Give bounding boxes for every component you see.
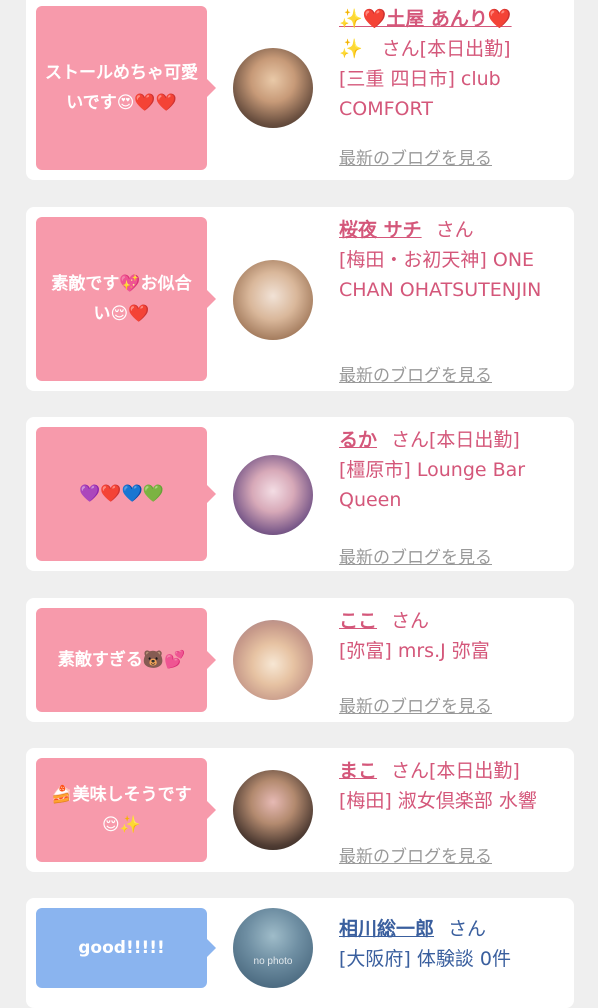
user-name-link[interactable]: 相川総一郎 [339, 918, 434, 940]
comment-card: 素敵すぎる🐻💕 ここ さん [弥富] mrs.J 弥富 最新のブログを見る [26, 598, 574, 722]
avatar[interactable] [233, 620, 313, 700]
latest-blog-link[interactable]: 最新のブログを見る [339, 692, 492, 722]
avatar[interactable] [233, 260, 313, 340]
san-label: さん[本日出勤] [391, 429, 520, 451]
avatar[interactable]: no photo [233, 908, 313, 988]
shop-name: [橿原市] Lounge Bar Queen [339, 459, 526, 511]
avatar[interactable] [233, 770, 313, 850]
user-name-link[interactable]: まこ [339, 760, 377, 782]
avatar[interactable] [233, 455, 313, 535]
user-info: 桜夜 サチ さん [梅田・お初天神] ONE CHAN OHATSUTENJIN … [339, 215, 564, 386]
user-info: ここ さん [弥富] mrs.J 弥富 最新のブログを見る [339, 606, 564, 717]
san-label: さん [448, 918, 487, 940]
latest-blog-link[interactable]: 最新のブログを見る [339, 361, 492, 391]
san-label: さん[本日出勤] [391, 760, 520, 782]
shop-name: [梅田・お初天神] ONE CHAN OHATSUTENJIN [339, 249, 542, 301]
no-photo-label: no photo [253, 956, 293, 967]
san-label: さん [391, 610, 430, 632]
comment-card: 素敵です💖お似合い😌❤️ 桜夜 サチ さん [梅田・お初天神] ONE CHAN … [26, 207, 574, 391]
comment-bubble: 素敵すぎる🐻💕 [36, 608, 216, 712]
shop-name: [三重 四日市] club COMFORT [339, 68, 501, 120]
comment-bubble: ストールめちゃ可愛いです😍❤️❤️ [36, 6, 216, 170]
comment-bubble: good!!!!! [36, 908, 216, 988]
user-info: ✨❤️土屋 あんり❤️ ✨ さん[本日出勤] [三重 四日市] club COM… [339, 4, 564, 169]
avatar[interactable] [233, 48, 313, 128]
san-label: さん [435, 219, 474, 241]
shop-name: [弥富] mrs.J 弥富 [339, 640, 490, 662]
san-label: ✨ さん[本日出勤] [339, 38, 511, 60]
user-info: るか さん[本日出勤] [橿原市] Lounge Bar Queen 最新のブログ… [339, 425, 564, 568]
latest-blog-link[interactable]: 最新のブログを見る [339, 543, 492, 573]
comment-card: 🍰美味しそうです😌✨ まこ さん[本日出勤] [梅田] 淑女倶楽部 水響 最新のブ… [26, 748, 574, 872]
user-info: まこ さん[本日出勤] [梅田] 淑女倶楽部 水響 最新のブログを見る [339, 756, 564, 867]
comment-bubble: 🍰美味しそうです😌✨ [36, 758, 216, 862]
user-name-link[interactable]: 桜夜 サチ [339, 219, 422, 241]
user-name-link[interactable]: るか [339, 429, 377, 451]
shop-name: [大阪府] 体験談 0件 [339, 948, 511, 970]
shop-name: [梅田] 淑女倶楽部 水響 [339, 790, 537, 812]
comment-card: ストールめちゃ可愛いです😍❤️❤️ ✨❤️土屋 あんり❤️ ✨ さん[本日出勤]… [26, 0, 574, 180]
latest-blog-link[interactable]: 最新のブログを見る [339, 144, 492, 174]
user-name-link[interactable]: ✨❤️土屋 あんり❤️ [339, 8, 512, 30]
comment-card: good!!!!! no photo 相川総一郎 さん [大阪府] 体験談 0件 [26, 898, 574, 1008]
user-name-link[interactable]: ここ [339, 610, 377, 632]
user-info: 相川総一郎 さん [大阪府] 体験談 0件 [339, 914, 564, 974]
comment-bubble: 💜❤️💙💚 [36, 427, 216, 561]
comment-bubble: 素敵です💖お似合い😌❤️ [36, 217, 216, 381]
latest-blog-link[interactable]: 最新のブログを見る [339, 842, 492, 872]
comment-card: 💜❤️💙💚 るか さん[本日出勤] [橿原市] Lounge Bar Queen … [26, 417, 574, 571]
